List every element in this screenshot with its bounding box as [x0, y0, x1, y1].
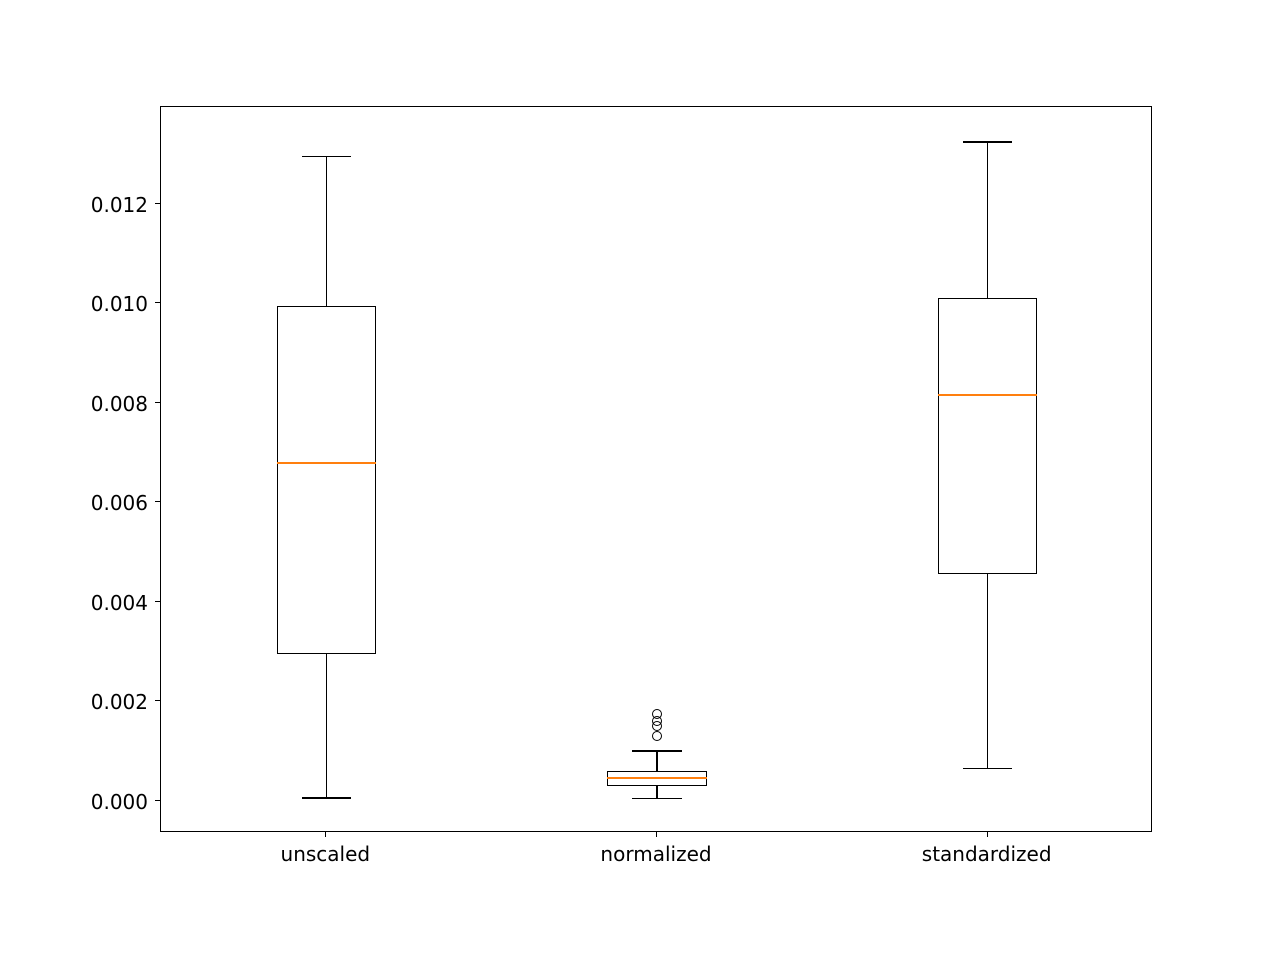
boxplot-cap [963, 768, 1013, 770]
y-tick-label: 0.012 [91, 193, 148, 217]
x-tick-label: standardized [922, 842, 1052, 866]
tick-mark [155, 302, 161, 303]
boxplot-median [277, 462, 376, 464]
boxplot-median [607, 777, 706, 779]
boxplot-box [938, 298, 1037, 574]
tick-mark [155, 700, 161, 701]
figure: 0.000 0.002 0.004 0.006 0.008 0.010 0.012 unsc… [0, 0, 1280, 960]
y-tick-label: 0.002 [91, 690, 148, 714]
boxplot-box [277, 306, 376, 654]
boxplot-cap [302, 797, 352, 799]
y-tick-label: 0.006 [91, 491, 148, 515]
x-tick-label: normalized [600, 842, 711, 866]
boxplot-whisker [656, 786, 658, 799]
plot-area [161, 107, 1151, 831]
boxplot-outlier [652, 709, 662, 719]
boxplot-whisker [326, 157, 328, 306]
y-tick-label: 0.004 [91, 591, 148, 615]
tick-mark [987, 831, 988, 837]
boxplot-whisker [987, 574, 989, 768]
x-tick-label: unscaled [281, 842, 371, 866]
tick-mark [155, 203, 161, 204]
tick-mark [155, 800, 161, 801]
boxplot-whisker [326, 654, 328, 798]
tick-mark [656, 831, 657, 837]
tick-mark [325, 831, 326, 837]
y-tick-label: 0.000 [91, 790, 148, 814]
boxplot-cap [302, 156, 352, 158]
tick-mark [155, 601, 161, 602]
boxplot-whisker [656, 751, 658, 771]
tick-mark [155, 501, 161, 502]
boxplot-cap [963, 141, 1013, 143]
y-tick-label: 0.008 [91, 392, 148, 416]
axes-frame [160, 106, 1152, 832]
boxplot-cap [632, 750, 682, 752]
boxplot-whisker [987, 142, 989, 299]
boxplot-outlier [652, 731, 662, 741]
y-tick-label: 0.010 [91, 292, 148, 316]
boxplot-median [938, 394, 1037, 396]
tick-mark [155, 402, 161, 403]
boxplot-cap [632, 798, 682, 800]
